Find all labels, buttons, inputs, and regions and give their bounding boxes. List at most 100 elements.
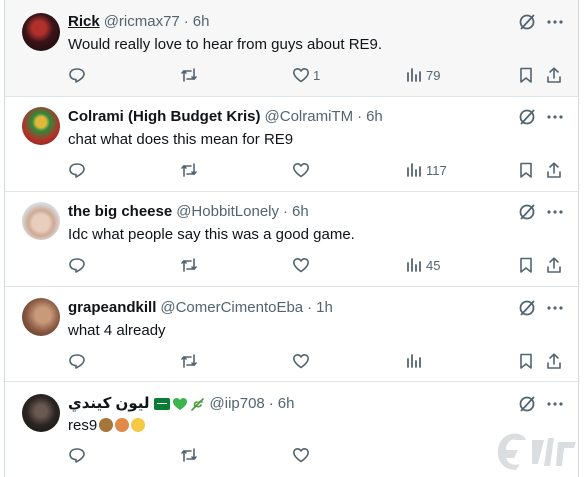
retweet-button[interactable] — [180, 65, 198, 85]
hands-emoji — [115, 418, 130, 432]
separator: · — [283, 203, 288, 220]
pleading-face-emoji — [131, 418, 146, 432]
display-name[interactable]: ليون كيندي — [68, 394, 150, 414]
more-icon[interactable] — [545, 107, 565, 127]
reply-tweet[interactable]: Colrami (High Budget Kris) @ColramiTM · … — [5, 97, 578, 192]
reply-icon — [69, 163, 85, 178]
views-icon — [407, 258, 421, 272]
tweet-text-row: res9 — [68, 416, 146, 436]
timestamp[interactable]: 6h — [278, 394, 295, 414]
heart-icon — [293, 258, 309, 273]
retweet-button[interactable] — [180, 255, 198, 275]
bookmark-button[interactable] — [517, 160, 535, 180]
views-icon — [407, 68, 421, 82]
reply-button[interactable] — [68, 255, 86, 275]
views-icon — [407, 354, 421, 368]
handle[interactable]: @HobbitLonely — [176, 202, 279, 222]
reply-tweet[interactable]: Rick @ricmax77 · 6h Would really love to… — [5, 0, 578, 97]
reply-button[interactable] — [68, 65, 86, 85]
like-button[interactable] — [292, 160, 313, 180]
bookmark-button[interactable] — [517, 255, 535, 275]
like-button[interactable] — [292, 351, 313, 371]
tweet-text: res9 — [68, 417, 98, 434]
more-icon[interactable] — [545, 202, 565, 222]
share-button[interactable] — [545, 255, 563, 275]
grok-icon[interactable] — [517, 107, 537, 127]
reply-tweet[interactable]: the big cheese @HobbitLonely · 6h Idc wh… — [5, 192, 578, 287]
tweet-header: Colrami (High Budget Kris) @ColramiTM · … — [68, 107, 383, 127]
handle[interactable]: @iip708 — [210, 394, 265, 414]
more-icon[interactable] — [545, 394, 565, 414]
more-icon[interactable] — [545, 12, 565, 32]
tweet-header: the big cheese @HobbitLonely · 6h — [68, 202, 309, 222]
heart-icon — [293, 448, 309, 463]
display-name[interactable]: grapeandkill — [68, 298, 156, 318]
timestamp[interactable]: 6h — [366, 107, 383, 127]
bookmark-icon — [520, 257, 532, 273]
handle[interactable]: @ComerCimentoEba — [160, 298, 303, 318]
views-button[interactable]: 117 — [405, 160, 447, 180]
reply-icon — [69, 448, 85, 463]
separator: · — [268, 395, 274, 412]
tweet-header: ليون كيندي @iip708 · 6h — [68, 394, 294, 414]
retweet-button[interactable] — [180, 445, 198, 465]
separator: · — [357, 108, 363, 125]
reply-icon — [69, 68, 85, 83]
views-count: 45 — [426, 257, 441, 273]
handle[interactable]: @ricmax77 — [104, 12, 180, 32]
tweet-text: chat what does this mean for RE9 — [68, 131, 294, 148]
reply-icon — [69, 354, 85, 369]
views-button[interactable] — [405, 351, 426, 371]
views-button[interactable]: 45 — [405, 255, 440, 275]
like-button[interactable]: 1 — [292, 65, 320, 85]
display-name[interactable]: Colrami (High Budget Kris) — [68, 107, 261, 127]
like-button[interactable] — [292, 445, 313, 465]
saudi-flag-emoji — [153, 398, 170, 410]
display-name[interactable]: Rick — [68, 12, 100, 32]
reply-button[interactable] — [68, 351, 86, 371]
share-icon — [547, 67, 561, 83]
herb-emoji — [190, 398, 204, 411]
separator: · — [183, 13, 189, 30]
views-button[interactable]: 79 — [405, 65, 440, 85]
avatar[interactable] — [22, 298, 60, 336]
share-icon — [547, 353, 561, 369]
heart-icon — [293, 163, 309, 178]
timestamp[interactable]: 6h — [292, 202, 309, 222]
grok-icon[interactable] — [517, 202, 537, 222]
grok-icon[interactable] — [517, 298, 537, 318]
handle[interactable]: @ColramiTM — [265, 107, 354, 127]
retweet-button[interactable] — [180, 160, 198, 180]
share-icon — [547, 162, 561, 178]
avatar[interactable] — [22, 394, 60, 432]
retweet-icon — [181, 163, 197, 177]
timestamp[interactable]: 1h — [316, 298, 333, 318]
reply-button[interactable] — [68, 160, 86, 180]
separator: · — [307, 299, 313, 316]
retweet-button[interactable] — [180, 351, 198, 371]
tweet-header: grapeandkill @ComerCimentoEba · 1h — [68, 298, 333, 318]
tweet-text: Would really love to hear from guys abou… — [68, 36, 383, 53]
like-button[interactable] — [292, 255, 313, 275]
grok-icon[interactable] — [517, 12, 537, 32]
share-button[interactable] — [545, 160, 563, 180]
bookmark-button[interactable] — [517, 351, 535, 371]
reply-tweet[interactable]: grapeandkill @ComerCimentoEba · 1h what … — [5, 287, 578, 382]
replies-timeline: Rick @ricmax77 · 6h Would really love to… — [4, 0, 579, 477]
views-icon — [407, 163, 421, 177]
avatar[interactable] — [22, 202, 60, 240]
avatar[interactable] — [22, 13, 60, 51]
share-button[interactable] — [545, 65, 563, 85]
share-button[interactable] — [545, 351, 563, 371]
retweet-icon — [181, 258, 197, 272]
display-name[interactable]: the big cheese — [68, 202, 172, 222]
bookmark-button[interactable] — [517, 65, 535, 85]
share-icon — [547, 257, 561, 273]
retweet-icon — [181, 448, 197, 462]
more-icon[interactable] — [545, 298, 565, 318]
tweet-header: Rick @ricmax77 · 6h — [68, 12, 209, 32]
grok-icon[interactable] — [517, 394, 537, 414]
timestamp[interactable]: 6h — [193, 12, 210, 32]
avatar[interactable] — [22, 107, 60, 145]
reply-button[interactable] — [68, 445, 86, 465]
